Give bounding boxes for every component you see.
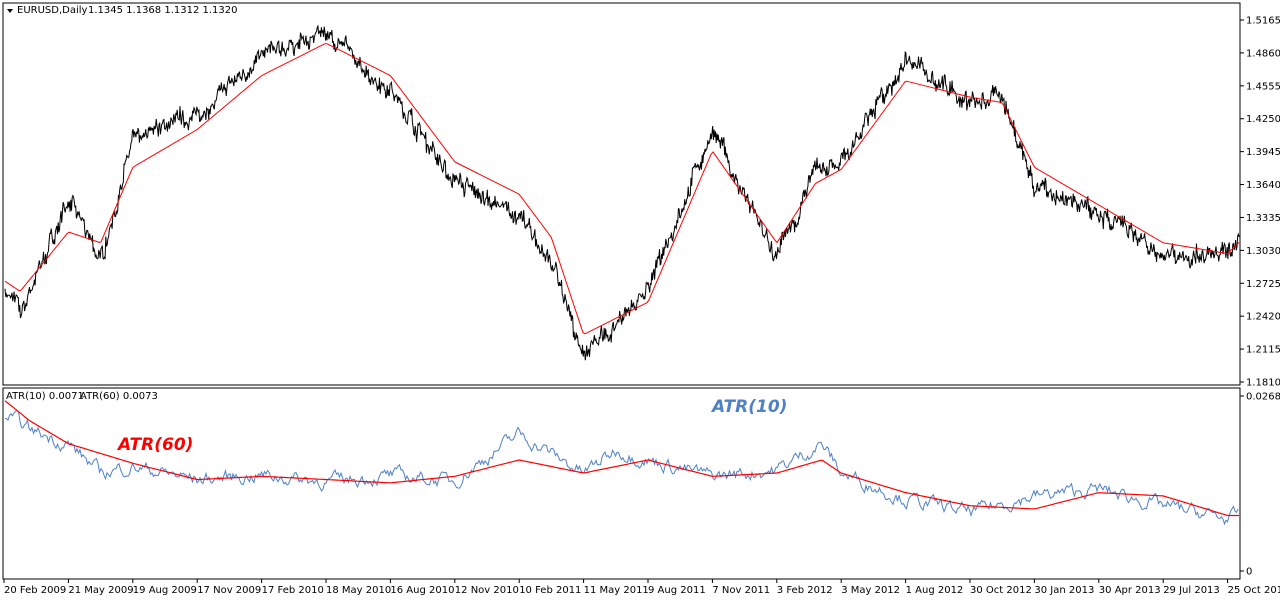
indicator-axis-label: 0.0268 bbox=[1246, 392, 1280, 403]
date-axis-label: 9 Aug 2011 bbox=[648, 585, 706, 596]
price-axis-label: 1.4860 bbox=[1246, 48, 1280, 59]
date-axis-label: 3 May 2012 bbox=[841, 585, 900, 596]
chart-background bbox=[0, 0, 1280, 600]
atr10-annotation: ATR(10) bbox=[710, 397, 787, 417]
price-axis-label: 1.5165 bbox=[1246, 16, 1280, 27]
price-axis-label: 1.1810 bbox=[1246, 378, 1280, 389]
date-axis-label: 17 Nov 2009 bbox=[197, 585, 261, 596]
atr60-readout: ATR(60) 0.0073 bbox=[80, 391, 158, 402]
price-axis-label: 1.3945 bbox=[1246, 147, 1280, 158]
date-axis-label: 16 Aug 2010 bbox=[390, 585, 454, 596]
atr60-annotation: ATR(60) bbox=[116, 435, 193, 455]
price-axis-label: 1.2420 bbox=[1246, 312, 1280, 323]
chart-symbol-label: EURUSD,Daily bbox=[17, 5, 88, 16]
atr10-readout: ATR(10) 0.0071 bbox=[6, 391, 84, 402]
date-axis-label: 20 Feb 2009 bbox=[4, 585, 66, 596]
date-axis-label: 19 Aug 2009 bbox=[133, 585, 197, 596]
date-axis-label: 11 May 2011 bbox=[584, 585, 649, 596]
date-axis-label: 7 Nov 2011 bbox=[712, 585, 770, 596]
date-axis-label: 30 Oct 2012 bbox=[970, 585, 1032, 596]
date-axis-label: 30 Jan 2013 bbox=[1034, 585, 1094, 596]
date-axis-label: 1 Aug 2012 bbox=[906, 585, 964, 596]
price-axis-label: 1.4250 bbox=[1246, 114, 1280, 125]
price-axis-label: 1.3640 bbox=[1246, 180, 1280, 191]
trading-chart: EURUSD,Daily 1.1345 1.1368 1.1312 1.1320… bbox=[0, 0, 1280, 600]
date-axis-label: 10 Feb 2011 bbox=[519, 585, 581, 596]
price-axis-label: 1.3030 bbox=[1246, 246, 1280, 257]
price-axis-label: 1.2115 bbox=[1246, 345, 1280, 356]
date-axis-label: 12 Nov 2010 bbox=[455, 585, 519, 596]
price-axis-label: 1.3335 bbox=[1246, 213, 1280, 224]
date-axis-label: 29 Jul 2013 bbox=[1163, 585, 1220, 596]
price-axis-label: 1.4555 bbox=[1246, 81, 1280, 92]
indicator-axis-label: 0 bbox=[1246, 567, 1252, 578]
date-axis-label: 30 Apr 2013 bbox=[1099, 585, 1161, 596]
date-axis-label: 18 May 2010 bbox=[326, 585, 391, 596]
date-axis-label: 17 Feb 2010 bbox=[262, 585, 324, 596]
date-axis-label: 25 Oct 2013 bbox=[1228, 585, 1280, 596]
date-axis-label: 21 May 2009 bbox=[68, 585, 133, 596]
price-axis-label: 1.2725 bbox=[1246, 279, 1280, 290]
date-axis-label: 3 Feb 2012 bbox=[777, 585, 833, 596]
chart-ohlc-readout: 1.1345 1.1368 1.1312 1.1320 bbox=[88, 5, 238, 16]
